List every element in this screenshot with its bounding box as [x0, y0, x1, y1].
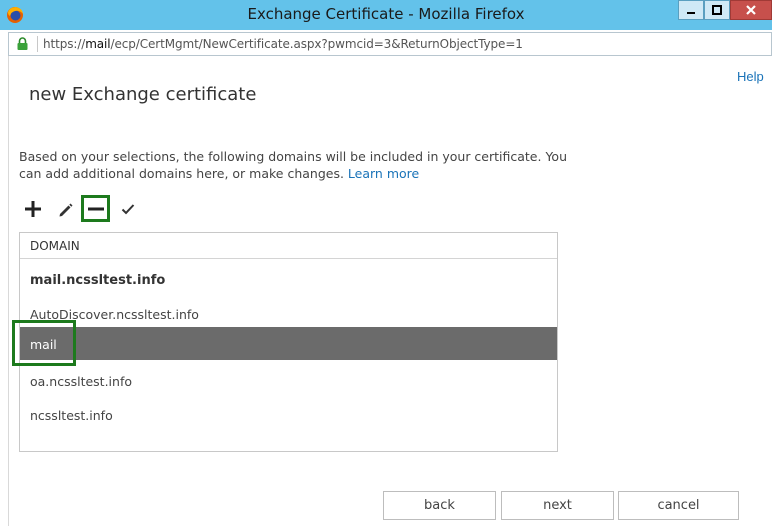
set-default-button[interactable] — [118, 199, 138, 219]
maximize-icon — [712, 5, 722, 15]
url-text[interactable]: https://mail/ecp/CertMgmt/NewCertificate… — [43, 37, 523, 51]
page-title: new Exchange certificate — [29, 84, 257, 105]
lock-icon[interactable] — [16, 37, 29, 51]
window-titlebar[interactable]: Exchange Certificate - Mozilla Firefox — [0, 0, 772, 30]
url-path: /ecp/CertMgmt/NewCertificate.aspx?pwmcid… — [110, 37, 523, 51]
domain-row[interactable]: AutoDiscover.ncssltest.info — [20, 297, 557, 331]
description-text: Based on your selections, the following … — [19, 148, 579, 182]
window-controls — [678, 0, 772, 22]
cancel-button[interactable]: cancel — [618, 491, 739, 520]
help-link[interactable]: Help — [737, 69, 764, 84]
maximize-button[interactable] — [704, 0, 730, 20]
domain-row[interactable]: mail.ncssltest.info — [20, 263, 557, 297]
back-button[interactable]: back — [383, 491, 496, 520]
edit-domain-button[interactable] — [55, 199, 75, 219]
learn-more-link[interactable]: Learn more — [348, 166, 419, 181]
check-icon — [121, 204, 135, 215]
minimize-icon — [687, 12, 695, 14]
address-bar[interactable]: https://mail/ecp/CertMgmt/NewCertificate… — [8, 32, 772, 56]
plus-icon — [25, 201, 41, 217]
close-button[interactable] — [730, 0, 772, 20]
add-domain-button[interactable] — [22, 198, 44, 220]
next-button[interactable]: next — [501, 491, 614, 520]
domain-list[interactable]: DOMAIN mail.ncssltest.info AutoDiscover.… — [19, 232, 558, 452]
window-title: Exchange Certificate - Mozilla Firefox — [247, 5, 525, 23]
domain-row[interactable]: oa.ncssltest.info — [20, 364, 557, 398]
minus-icon — [87, 207, 104, 210]
close-icon — [746, 5, 756, 15]
pencil-icon — [59, 203, 73, 217]
minimize-button[interactable] — [678, 0, 704, 20]
description-body: Based on your selections, the following … — [19, 149, 567, 181]
domain-row[interactable]: ncssltest.info — [20, 398, 557, 432]
content-left-border — [8, 56, 9, 526]
url-host: mail — [85, 37, 111, 51]
domain-row-selected[interactable]: mail — [20, 327, 557, 360]
remove-domain-button[interactable] — [81, 195, 110, 222]
url-divider — [37, 36, 38, 52]
domain-column-header[interactable]: DOMAIN — [20, 233, 557, 259]
url-prefix: https:// — [43, 37, 86, 51]
